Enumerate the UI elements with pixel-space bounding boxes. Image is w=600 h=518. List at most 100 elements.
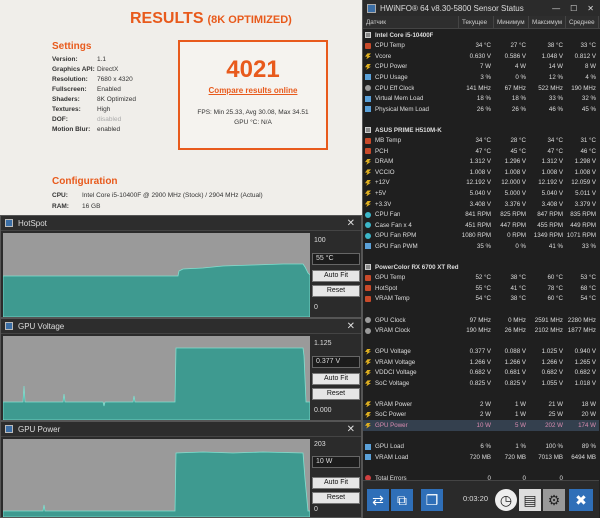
auto-fit-button[interactable]: Auto Fit [312,270,360,282]
pct-icon [365,106,371,113]
sensor-row[interactable]: +12V 12.192 V 12.000 V 12.192 V 12.059 V [363,178,599,189]
sensor-min-value: 12.000 V [501,179,526,187]
sensor-row[interactable]: CPU Temp 34 °C 27 °C 38 °C 33 °C [363,41,599,52]
sensor-row[interactable]: +3.3V 3.408 V 3.376 V 3.408 V 3.379 V [363,199,599,210]
sensor-avg-value: 1.008 V [574,168,596,176]
sensor-row[interactable]: VRAM Temp 54 °C 38 °C 60 °C 54 °C [363,294,599,305]
sensor-row[interactable]: VRAM Power 2 W 1 W 21 W 18 W [363,399,599,410]
sensor-avg-value: 1.018 V [574,379,596,387]
reset-button[interactable]: Reset [312,492,360,504]
sensor-row[interactable]: VRAM Clock 190 MHz 26 MHz 2102 MHz 1877 MHz [363,325,599,336]
column-header-sensor[interactable]: Датчик [363,16,459,28]
sensor-row[interactable]: DRAM 1.312 V 1.296 V 1.312 V 1.298 V [363,157,599,168]
setting-item: Resolution: 7680 x 4320 [52,76,133,83]
sensor-avg-value: 174 W [578,422,596,429]
gpu-voltage-graph-line [3,347,310,420]
column-header-minimum[interactable]: Минимум [494,16,529,28]
sensor-min-value: 0 % [515,73,526,81]
close-icon[interactable]: ✕ [347,424,355,435]
sensor-min-value: 38 °C [510,274,526,282]
sensor-label: GPU Clock [375,316,406,324]
sensor-group-header[interactable]: ASUS PRIME H510M-K [363,125,599,136]
sensor-row[interactable]: VDDCI Voltage 0.682 V 0.681 V 0.682 V 0.682 … [363,368,599,379]
sensor-cur-value: 1.312 V [469,158,491,166]
sensor-row[interactable]: GPU Clock 97 MHz 0 MHz 2591 MHz 2280 MHz [363,315,599,326]
sensor-row[interactable]: SoC Power 2 W 1 W 25 W 20 W [363,410,599,421]
sensor-row[interactable]: VRAM Load 720 MB 720 MB 7013 MB 6494 MB [363,452,599,463]
sensor-row[interactable]: Physical Mem Load 26 % 26 % 46 % 45 % [363,104,599,115]
maximize-icon[interactable]: ☐ [570,4,577,13]
sensor-min-value: 67 MHz [504,84,526,92]
sensor-row[interactable]: GPU Load 6 % 1 % 100 % 89 % [363,441,599,452]
sensor-label: +5V [375,189,387,197]
sensor-row[interactable]: GPU Temp 52 °C 38 °C 60 °C 53 °C [363,273,599,284]
settings-gear-icon[interactable]: ⚙ [543,489,565,511]
sensor-row[interactable]: GPU Power 10 W 5 W 202 W 174 W [363,420,599,431]
sensor-row[interactable]: MB Temp 34 °C 28 °C 34 °C 31 °C [363,135,599,146]
report-icon[interactable]: ▤ [519,489,541,511]
reset-button[interactable]: Reset [312,388,360,400]
sensor-row[interactable]: GPU Voltage 0.377 V 0.088 V 1.025 V 0.940 V [363,346,599,357]
close-icon[interactable]: ✕ [587,4,594,13]
reset-button[interactable]: Reset [312,285,360,297]
hwinfo-app-icon [5,322,13,330]
sensor-max-value: 34 °C [547,137,563,145]
auto-fit-button[interactable]: Auto Fit [312,477,360,489]
clock-icon[interactable]: ◷ [495,489,517,511]
sensor-row[interactable]: GPU Fan RPM 1080 RPM 0 RPM 1349 RPM 1071 RPM [363,230,599,241]
column-header-current[interactable]: Текущее [459,16,494,28]
graph-current-value: 55 °C [312,253,360,265]
sensor-row-spacer [363,336,599,347]
sensor-row[interactable]: CPU Fan 841 RPM 825 RPM 847 RPM 835 RPM [363,209,599,220]
sensor-row[interactable]: HotSpot 55 °C 41 °C 78 °C 68 °C [363,283,599,294]
network-icon[interactable]: ⧉ [391,489,413,511]
clk-icon [365,327,371,334]
sensor-avg-value: 45 % [581,105,596,113]
sensor-row-spacer [363,304,599,315]
close-x-icon[interactable]: ✖ [569,489,593,511]
sensor-row[interactable]: VCCIO 1.008 V 1.008 V 1.008 V 1.008 V [363,167,599,178]
navigate-arrows-icon[interactable]: ⇄ [367,489,389,511]
sensor-group-header[interactable]: Intel Core i5-10400F [363,30,599,41]
sensor-label: VRAM Load [375,453,409,461]
volt-icon [365,201,371,208]
sensor-row[interactable]: Virtual Mem Load 18 % 18 % 33 % 32 % [363,93,599,104]
sensor-row[interactable]: Case Fan x 4 451 RPM 447 RPM 455 RPM 449 RPM [363,220,599,231]
sensor-cur-value: 1080 RPM [461,232,491,240]
sensor-row[interactable]: GPU Fan PWM 35 % 0 % 41 % 33 % [363,241,599,252]
sensor-row[interactable]: PCH 47 °C 45 °C 47 °C 46 °C [363,146,599,157]
graph-current-value: 10 W [312,456,360,468]
pwr-icon [365,422,371,429]
sensor-row[interactable]: CPU Eff Clock 141 MHz 67 MHz 522 MHz 190 MHz [363,83,599,94]
elapsed-time: 0:03:20 [463,494,489,503]
close-icon[interactable]: ✕ [347,321,355,332]
minimize-icon[interactable]: — [552,4,560,13]
sensor-row[interactable]: CPU Usage 3 % 0 % 12 % 4 % [363,72,599,83]
sensor-row-spacer [363,389,599,400]
sensor-row[interactable]: VRAM Voltage 1.266 V 1.266 V 1.266 V 1.265 V [363,357,599,368]
sensor-row[interactable]: +5V 5.040 V 5.000 V 5.040 V 5.011 V [363,188,599,199]
sensor-min-value: 720 MB [504,453,526,461]
sensor-group-header[interactable]: PowerColor RX 6700 XT Red Devil [363,262,599,273]
sensor-max-value: 5.040 V [541,189,563,197]
close-icon[interactable]: ✕ [347,218,355,229]
sensor-max-value: 1.048 V [541,52,563,60]
sensor-row[interactable]: SoC Voltage 0.825 V 0.825 V 1.055 V 1.018 V [363,378,599,389]
sensor-min-value: 0 RPM [507,232,526,240]
column-header-average[interactable]: Среднее [566,16,599,28]
sensor-min-value: 5 W [514,422,526,429]
auto-fit-button[interactable]: Auto Fit [312,373,360,385]
sensor-layout-icon[interactable]: ❐ [421,489,443,511]
sensor-row[interactable]: CPU Power 7 W 4 W 14 W 8 W [363,62,599,73]
sensor-row[interactable]: Vcore 0.630 V 0.586 V 1.048 V 0.812 V [363,51,599,62]
column-header-maximum[interactable]: Максимум [529,16,566,28]
pwr-icon [365,401,371,408]
temp-icon [365,285,371,292]
sensor-max-value: 2591 MHz [534,316,563,324]
fan-icon [365,232,371,239]
sensor-cur-value: 5.040 V [469,189,491,197]
sensor-max-value: 14 W [548,63,563,71]
sensor-cur-value: 34 °C [475,42,491,50]
compare-results-link[interactable]: Compare results online [180,86,326,95]
volt-icon [365,369,371,376]
